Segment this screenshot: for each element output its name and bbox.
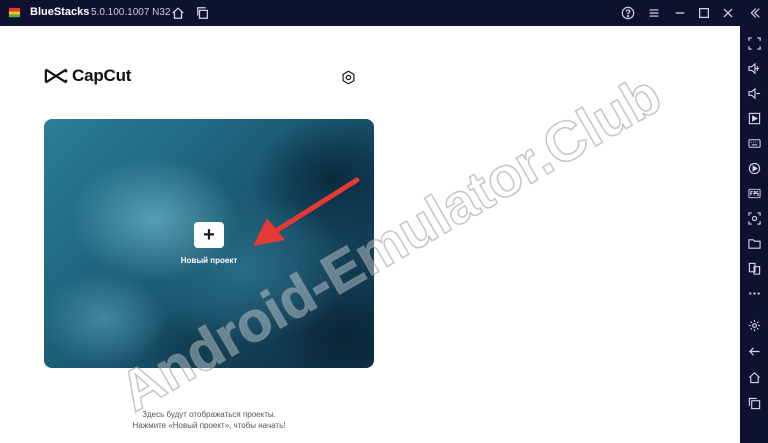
multi-instance-icon[interactable] [195,5,211,21]
volume-up-icon[interactable] [747,61,761,75]
home-button-icon[interactable] [747,370,761,384]
settings-icon[interactable] [747,318,761,332]
app-version: 5.0.100.1007 N32 [91,7,171,18]
bluestacks-window: BlueStacks 5.0.100.1007 N32 CapCut + Нов… [0,0,768,443]
home-icon[interactable] [170,5,186,21]
empty-projects-hint: Здесь будут отображаться проекты. Нажмит… [44,409,374,431]
keyboard-icon[interactable] [747,136,761,150]
right-toolbar [740,26,768,443]
menu-icon[interactable] [646,5,662,21]
new-project-label: Новый проект [180,256,238,265]
maximize-icon[interactable] [696,5,712,21]
play-store-icon[interactable] [747,111,761,125]
macro-icon[interactable] [747,161,761,175]
hint-line-2: Нажмите «Новый проект», чтобы начать! [132,421,286,430]
hint-line-1: Здесь будут отображаться проекты. [142,410,276,419]
title-bar: BlueStacks 5.0.100.1007 N32 [0,0,768,26]
screenshot-icon[interactable] [747,211,761,225]
recent-apps-icon[interactable] [747,396,761,410]
multi-instance-sync-icon[interactable] [747,261,761,275]
plus-icon: + [203,224,215,246]
collapse-sidebar-icon[interactable] [746,5,762,21]
settings-icon [341,70,355,84]
more-icon[interactable] [747,286,761,300]
bluestacks-logo-icon [8,7,21,18]
volume-down-icon[interactable] [747,86,761,100]
capcut-logo-icon [44,68,68,84]
app-screen: CapCut + Новый проект Здесь будут отобра… [0,26,740,443]
app-title: BlueStacks [30,6,90,18]
close-icon[interactable] [720,5,736,21]
folder-icon[interactable] [747,236,761,250]
capcut-brand: CapCut [72,66,132,85]
back-icon[interactable] [747,344,761,358]
fps-icon[interactable] [747,186,761,200]
minimize-icon[interactable] [672,5,688,21]
annotation-arrow [253,177,360,246]
capcut-logo: CapCut [44,66,131,86]
settings-button[interactable] [339,68,357,86]
help-icon[interactable] [620,5,636,21]
new-project-button[interactable]: + [194,222,224,248]
fullscreen-icon[interactable] [747,36,761,50]
